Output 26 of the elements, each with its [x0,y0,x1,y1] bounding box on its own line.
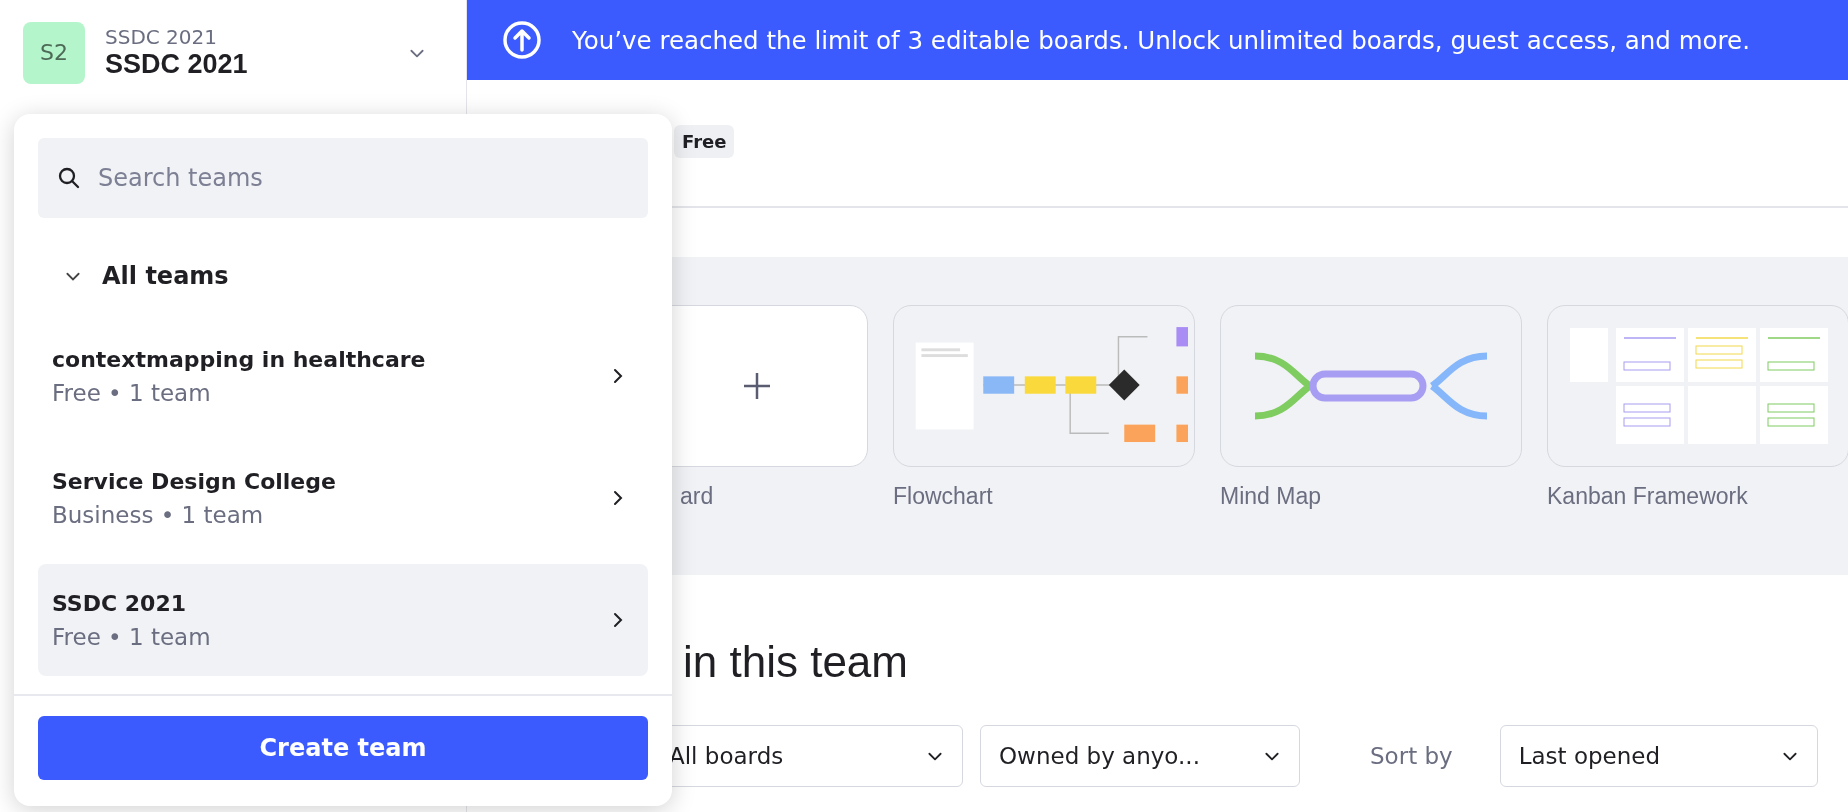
template-label: Flowchart [893,483,993,510]
team-subtitle: SSDC 2021 [105,25,218,49]
template-label: Kanban Framework [1547,483,1748,510]
upgrade-banner[interactable]: You’ve reached the limit of 3 editable boards. Unlock unlimited boards, guest access, and more. [467,0,1848,80]
create-team-button[interactable]: Create team [38,716,648,780]
team-item[interactable]: contextmapping in healthcare Free • 1 team [38,320,648,432]
team-item[interactable]: SSDC 2021 Free • 1 team [38,564,648,676]
team-avatar[interactable]: S2 [23,21,85,84]
plan-badge: Free [674,125,735,158]
plus-icon [742,371,772,401]
team-item[interactable]: Service Design College Business • 1 team [38,442,648,554]
filter-dropdown[interactable]: Last opened [1499,725,1818,787]
team-name[interactable]: SSDC 2021 [105,49,388,80]
search-field[interactable]: Search teams [38,138,648,218]
sort-label: Sort by [1370,743,1453,769]
template-label: ard [680,483,714,510]
banner-text: You’ve reached the limit of 3 editable boards. Unlock unlimited boards, guest access, and more. [572,25,1750,55]
template-label: Mind Map [1220,483,1321,510]
group-toggle[interactable]: All teams [64,262,229,290]
search-input[interactable]: Search teams [98,160,628,196]
template-card[interactable] [1547,305,1848,467]
template-card[interactable] [893,305,1195,467]
template-card[interactable] [1220,305,1522,467]
filter-dropdown[interactable]: Owned by anyo... [980,725,1300,787]
search-icon [58,167,80,189]
section-heading: in this team [683,637,909,687]
